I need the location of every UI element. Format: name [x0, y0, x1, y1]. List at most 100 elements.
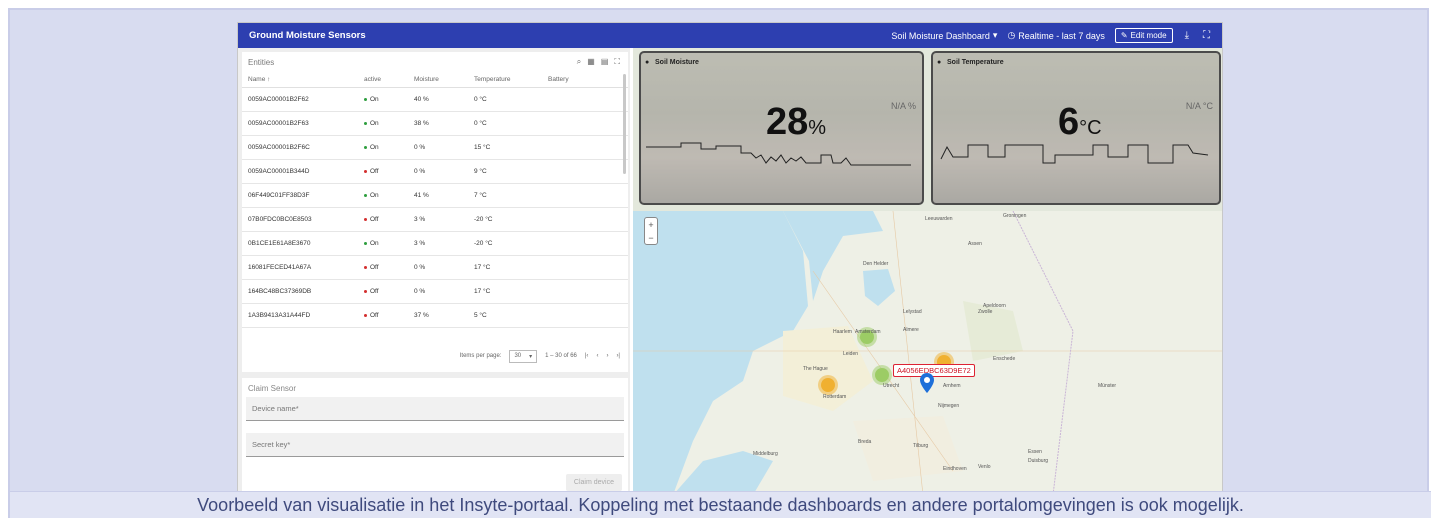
secondary-value: N/A °C: [1185, 101, 1213, 111]
cell-moisture: 38 %: [414, 120, 429, 127]
place-label: Zwolle: [978, 309, 993, 315]
device-name-field[interactable]: Device name*: [246, 397, 624, 421]
cell-moisture: 3 %: [414, 240, 426, 247]
droplet-icon: ●: [645, 59, 650, 66]
column-temperature[interactable]: Temperature: [474, 76, 548, 83]
cell-active: On: [364, 192, 414, 199]
soil-moisture-card: ● Soil Moisture 28% N/A %: [639, 51, 924, 205]
card-title: Soil Temperature: [947, 59, 1004, 66]
status-dot: [364, 314, 367, 317]
page-range: 1 – 30 of 66: [545, 353, 577, 359]
temperature-sparkline: [940, 144, 1209, 164]
place-label: Middelburg: [753, 451, 778, 457]
place-label: Almere: [903, 327, 919, 333]
column-active[interactable]: active: [364, 76, 414, 83]
column-moisture[interactable]: Moisture: [414, 76, 474, 83]
zoom-out-icon[interactable]: −: [648, 233, 653, 243]
place-label: Leiden: [843, 351, 859, 357]
first-page-icon[interactable]: |‹: [585, 353, 589, 359]
map-pin-icon[interactable]: [920, 373, 934, 393]
cell-name: 16081FECED41A67A: [248, 264, 312, 271]
status-dot: [364, 266, 367, 269]
place-label: Breda: [858, 439, 872, 445]
paginator: Items per page: 30 ▾ 1 – 30 of 66 |‹ ‹ ›…: [242, 340, 628, 372]
claim-device-button[interactable]: Claim device: [565, 474, 622, 491]
status-dot: [364, 218, 367, 221]
cell-active: Off: [364, 312, 414, 319]
cell-active: Off: [364, 168, 414, 175]
export-icon[interactable]: ▤: [601, 57, 609, 67]
download-icon[interactable]: ⤓: [1185, 30, 1189, 41]
cell-name: 1A3B9413A31A44FD: [248, 312, 311, 319]
cell-moisture: 0 %: [414, 144, 426, 151]
cell-moisture: 37 %: [414, 312, 429, 319]
cell-name: 0B1CE1E61A8E3670: [248, 240, 311, 247]
table-row[interactable]: 0059AC00001B2F63 On 38 % 0 °C: [242, 112, 628, 136]
chevron-down-icon: ▾: [992, 30, 998, 40]
table-row[interactable]: 07B0FDC0BC0E8503 Off 3 % -20 °C: [242, 208, 628, 232]
place-label: Nijmegen: [938, 403, 960, 409]
search-icon[interactable]: ⌕: [577, 57, 581, 67]
status-dot: [364, 98, 367, 101]
fullscreen-icon[interactable]: ⛶: [614, 57, 620, 67]
cell-temperature: 5 °C: [474, 312, 487, 319]
cell-moisture: 0 %: [414, 288, 426, 295]
last-page-icon[interactable]: ›|: [616, 353, 620, 359]
place-label: The Hague: [803, 366, 828, 372]
column-battery[interactable]: Battery: [548, 76, 608, 83]
table-header: Name ↑ active Moisture Temperature Batte…: [242, 72, 628, 88]
table-row[interactable]: 1A3B9413A31A44FD Off 37 % 5 °C: [242, 304, 628, 328]
app-title: Ground Moisture Sensors: [249, 30, 366, 41]
next-page-icon[interactable]: ›: [606, 353, 608, 359]
table-row[interactable]: 164BC48BC37369DB Off 0 % 17 °C: [242, 280, 628, 304]
previous-page-icon[interactable]: ‹: [596, 353, 598, 359]
entities-title: Entities: [248, 57, 275, 67]
place-label: Apeldoorn: [983, 303, 1006, 309]
table-row[interactable]: 0059AC00001B344D Off 0 % 9 °C: [242, 160, 628, 184]
cell-moisture: 3 %: [414, 216, 426, 223]
columns-icon[interactable]: ▦: [587, 57, 595, 67]
scrollbar[interactable]: [623, 74, 626, 174]
table-row[interactable]: 06F449C01FF38D3F On 41 % 7 °C: [242, 184, 628, 208]
place-label: Assen: [968, 241, 982, 247]
zoom-control[interactable]: + −: [644, 217, 658, 245]
secondary-value: N/A %: [890, 101, 916, 111]
status-dot: [364, 242, 367, 245]
cell-moisture: 0 %: [414, 264, 426, 271]
cell-name: 164BC48BC37369DB: [248, 288, 312, 295]
zoom-in-icon[interactable]: +: [648, 220, 653, 230]
secret-key-field[interactable]: Secret key*: [246, 433, 624, 457]
items-per-page-label: Items per page:: [459, 353, 502, 359]
dashboard-selector-label: Soil Moisture Dashboard: [891, 30, 990, 41]
left-panel: Entities ⌕ ▦ ▤ ⛶ Name ↑ active Moisture …: [238, 48, 630, 493]
cell-active: On: [364, 120, 414, 127]
place-label: Amsterdam: [855, 329, 881, 335]
pencil-icon: ✎: [1120, 31, 1128, 40]
table-row[interactable]: 0B1CE1E61A8E3670 On 3 % -20 °C: [242, 232, 628, 256]
cell-temperature: 17 °C: [474, 264, 491, 271]
droplet-icon: ●: [937, 59, 942, 66]
figure-caption: Voorbeeld van visualisatie in het Insyte…: [197, 494, 1244, 515]
table-body: 0059AC00001B2F62 On 40 % 0 °C 0059AC00001B2F…: [242, 88, 628, 328]
place-label: Essen: [1028, 449, 1042, 455]
dashboard-selector[interactable]: Soil Moisture Dashboard ▾: [891, 30, 997, 41]
map[interactable]: + − A4056EDBC63D9E72 Leeuwarden Groningen…: [633, 211, 1222, 493]
fullscreen-icon[interactable]: ⛶: [1203, 30, 1210, 41]
marker-cluster[interactable]: [821, 378, 835, 392]
place-label: Tilburg: [913, 443, 929, 449]
edit-mode-button[interactable]: ✎ Edit mode: [1114, 28, 1173, 43]
cell-active: On: [364, 144, 414, 151]
table-row[interactable]: 0059AC00001B2F6C On 0 % 15 °C: [242, 136, 628, 160]
cell-active: On: [364, 240, 414, 247]
table-row[interactable]: 16081FECED41A67A Off 0 % 17 °C: [242, 256, 628, 280]
status-dot: [364, 146, 367, 149]
items-per-page-select[interactable]: 30 ▾: [509, 349, 538, 363]
table-row[interactable]: 0059AC00001B2F62 On 40 % 0 °C: [242, 88, 628, 112]
entities-tools: ⌕ ▦ ▤ ⛶: [577, 57, 620, 67]
dashboard-screenshot: Ground Moisture Sensors Soil Moisture Da…: [237, 22, 1223, 494]
column-name[interactable]: Name ↑: [248, 76, 364, 83]
cell-name: 0059AC00001B2F6C: [248, 144, 310, 151]
marker-cluster[interactable]: [875, 368, 889, 382]
chevron-down-icon: ▾: [529, 353, 533, 360]
timewindow-button[interactable]: ◷ Realtime - last 7 days: [1007, 30, 1104, 41]
